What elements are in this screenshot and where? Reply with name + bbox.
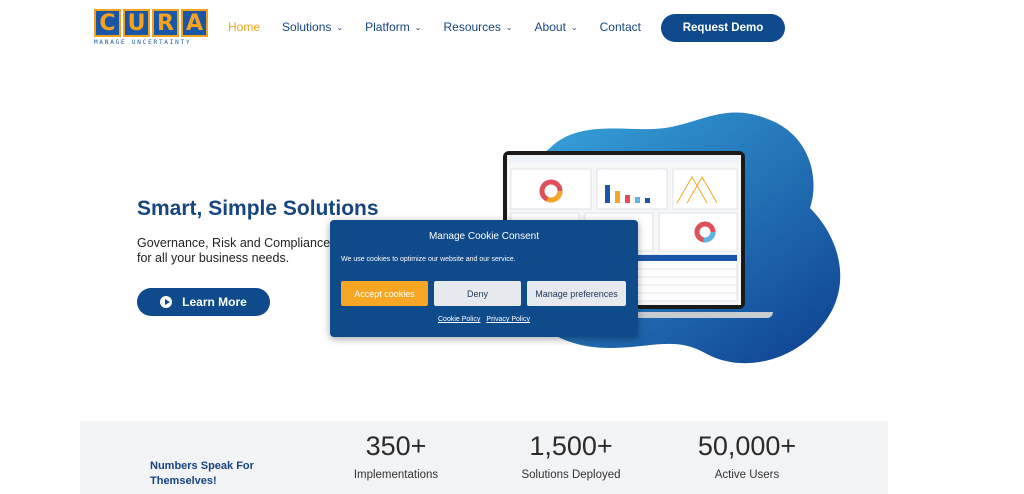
nav-label: Contact xyxy=(599,20,641,34)
learn-more-label: Learn More xyxy=(182,295,247,309)
cookie-consent-dialog: Manage Cookie Consent We use cookies to … xyxy=(330,220,638,337)
nav-solutions[interactable]: Solutions ⌄ xyxy=(282,20,343,34)
nav-label: Solutions xyxy=(282,20,332,34)
chevron-down-icon: ⌄ xyxy=(570,22,578,32)
hero-title: Smart, Simple Solutions xyxy=(137,197,379,220)
chevron-down-icon: ⌄ xyxy=(505,22,513,32)
stat-value: 350+ xyxy=(365,431,427,461)
logo-letter: A xyxy=(181,9,208,37)
cookie-title: Manage Cookie Consent xyxy=(428,231,540,242)
stat-solutions-deployed: 1,500+ Solutions Deployed xyxy=(501,431,641,481)
nav-contact[interactable]: Contact xyxy=(600,20,641,34)
accept-cookies-button[interactable]: Accept cookies xyxy=(341,281,428,306)
cookie-policy-link[interactable]: Cookie Policy xyxy=(438,316,480,323)
nav-label: Home xyxy=(228,20,261,34)
nav-label: About xyxy=(534,20,566,34)
stats-section: Numbers Speak For Themselves! 350+ Imple… xyxy=(80,421,888,494)
stat-label: Solutions Deployed xyxy=(521,469,621,481)
logo-letter: R xyxy=(152,9,179,37)
chevron-down-icon: ⌄ xyxy=(336,22,344,32)
logo-tagline: MANAGE UNCERTAINTY xyxy=(94,39,192,46)
nav-label: Platform xyxy=(365,20,410,34)
stats-heading: Numbers Speak For Themselves! xyxy=(150,460,254,487)
logo-letter: C xyxy=(94,9,121,37)
cookie-links: Cookie Policy Privacy Policy xyxy=(330,316,638,323)
stat-active-users: 50,000+ Active Users xyxy=(672,431,822,481)
main-nav: Home Solutions ⌄ Platform ⌄ Resources ⌄ … xyxy=(228,20,663,34)
manage-preferences-button[interactable]: Manage preferences xyxy=(527,281,626,306)
chevron-down-icon: ⌄ xyxy=(414,22,422,32)
hero-subtitle: Governance, Risk and Compliance for all … xyxy=(137,236,331,265)
privacy-policy-link[interactable]: Privacy Policy xyxy=(486,316,530,323)
learn-more-button[interactable]: Learn More xyxy=(137,288,270,316)
logo-letter: U xyxy=(123,9,150,37)
play-icon xyxy=(160,296,173,308)
site-header: C U R A MANAGE UNCERTAINTY Home Solution… xyxy=(0,0,1024,56)
deny-cookies-button[interactable]: Deny xyxy=(434,281,521,306)
stat-value: 1,500+ xyxy=(529,431,613,461)
cura-logo[interactable]: C U R A MANAGE UNCERTAINTY xyxy=(94,9,208,47)
cookie-text: We use cookies to optimize our website a… xyxy=(341,256,516,263)
stat-label: Active Users xyxy=(714,469,780,481)
nav-label: Resources xyxy=(443,20,501,34)
nav-home[interactable]: Home xyxy=(228,20,260,34)
stat-implementations: 350+ Implementations xyxy=(336,431,456,481)
nav-resources[interactable]: Resources ⌄ xyxy=(443,20,512,34)
stat-value: 50,000+ xyxy=(697,431,797,461)
stat-label: Implementations xyxy=(353,469,439,481)
nav-about[interactable]: About ⌄ xyxy=(535,20,578,34)
nav-platform[interactable]: Platform ⌄ xyxy=(365,20,421,34)
request-demo-button[interactable]: Request Demo xyxy=(661,14,785,42)
